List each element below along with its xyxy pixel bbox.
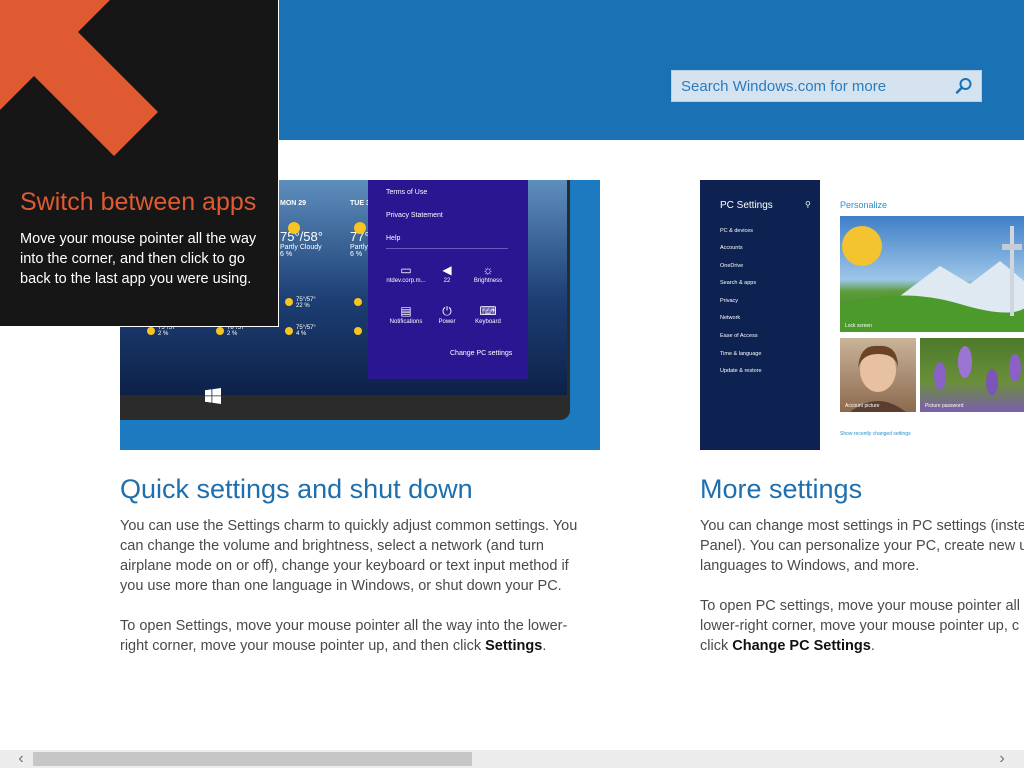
switch-apps-tooltip: Switch between apps Move your mouse poin…	[0, 0, 279, 327]
volume-icon: ◀	[442, 263, 452, 277]
settings-charm: Terms of Use Privacy Statement Help ▭ ntd…	[368, 180, 528, 379]
horizontal-scrollbar[interactable]: ‹ ›	[0, 750, 1024, 768]
sun-icon	[354, 327, 362, 335]
pc-settings-search-icon: ⚲	[805, 200, 811, 209]
pc-settings-nav-item: Ease of Access	[720, 333, 758, 339]
tooltip-title: Switch between apps	[20, 188, 257, 216]
sun-icon	[354, 298, 362, 306]
more-settings-paragraph: You can change most settings in PC setti…	[700, 518, 1024, 574]
person-illustration	[850, 345, 906, 412]
scrollbar-thumb[interactable]	[33, 752, 472, 766]
scroll-right-arrow-icon[interactable]: ›	[995, 750, 1009, 768]
charm-tile-network: ▭ ntdev.corp.m...	[386, 263, 426, 284]
more-settings-instructions: To open PC settings, move your mouse poi…	[700, 598, 1020, 654]
charm-link-terms: Terms of Use	[386, 189, 428, 196]
lock-screen-image: Lock screen	[840, 216, 1024, 332]
search-icon[interactable]	[955, 77, 973, 95]
weather-mini: 75°/57° 22 %	[296, 297, 316, 309]
charm-tile-brightness: ☼ Brightness	[468, 262, 508, 284]
keyboard-icon: ⌨	[479, 304, 497, 318]
sun-icon	[285, 298, 293, 306]
charm-tile-notifications: ▤ Notifications	[386, 303, 426, 325]
account-picture-label: Account picture	[845, 403, 880, 409]
charm-divider	[386, 248, 508, 249]
charm-link-privacy: Privacy Statement	[386, 212, 443, 219]
quick-settings-instructions: To open Settings, move your mouse pointe…	[120, 618, 568, 654]
search-box[interactable]	[671, 70, 982, 102]
pc-settings-main: Personalize Lock screen Account picture	[820, 180, 1024, 450]
scroll-left-arrow-icon[interactable]: ‹	[14, 750, 28, 768]
picture-password-label: Picture password	[925, 403, 964, 409]
sun-icon	[354, 222, 366, 234]
picture-password-image: Picture password	[920, 338, 1024, 412]
quick-settings-heading: Quick settings and shut down	[120, 474, 473, 504]
charm-tile-volume: ◀ 22	[427, 262, 467, 284]
brightness-icon: ☼	[482, 263, 494, 277]
pc-settings-nav-item: OneDrive	[720, 263, 744, 269]
network-icon: ▭	[400, 263, 412, 277]
settings-bold: Settings	[485, 638, 543, 654]
pc-settings-nav: PC Settings ⚲ PC & devices Accounts OneD…	[700, 180, 820, 450]
notifications-icon: ▤	[400, 304, 412, 318]
sun-icon	[147, 327, 155, 335]
power-icon: ⏻	[442, 304, 452, 318]
flowers-illustration	[934, 346, 1021, 395]
charm-link-help: Help	[386, 235, 401, 242]
landscape-illustration	[840, 226, 1024, 332]
sun-icon	[216, 327, 224, 335]
corner-arrow-icon	[0, 0, 158, 156]
pc-settings-nav-item: Update & restore	[720, 368, 762, 374]
lock-screen-label: Lock screen	[845, 323, 872, 329]
charm-tile-keyboard: ⌨ Keyboard	[468, 303, 508, 325]
search-input[interactable]	[672, 71, 952, 101]
account-picture-image: Account picture	[840, 338, 916, 412]
personalize-heading: Personalize	[840, 200, 888, 210]
sun-icon	[285, 327, 293, 335]
pc-settings-nav-item: Privacy	[720, 298, 739, 304]
pc-settings-nav-item: Accounts	[720, 245, 743, 251]
charm-change-pc-settings: Change PC settings	[450, 350, 513, 357]
quick-settings-paragraph: You can use the Settings charm to quickl…	[120, 518, 578, 594]
pc-settings-nav-item: Time & language	[720, 351, 762, 357]
pc-settings-screenshot: PC Settings ⚲ PC & devices Accounts OneD…	[700, 180, 1024, 450]
pc-settings-nav-item: Network	[720, 315, 741, 321]
pc-settings-title: PC Settings	[720, 200, 773, 211]
pc-settings-nav-item: PC & devices	[720, 228, 754, 234]
more-settings-heading: More settings	[700, 474, 863, 504]
charm-tile-power: ⏻ Power	[427, 303, 467, 325]
pc-settings-nav-item: Search & apps	[720, 280, 757, 286]
change-pc-settings-bold: Change PC Settings	[732, 638, 871, 654]
windows-logo-icon	[205, 388, 221, 404]
sun-icon	[288, 222, 300, 234]
tooltip-text: Move your mouse pointer all the way into…	[20, 231, 257, 287]
weather-day: MON 29 75°/58° Partly Cloudy 6 %	[280, 200, 323, 258]
recent-settings-link: Show recently changed settings	[840, 431, 911, 437]
weather-mini: 75°/57° 4 %	[296, 325, 316, 337]
